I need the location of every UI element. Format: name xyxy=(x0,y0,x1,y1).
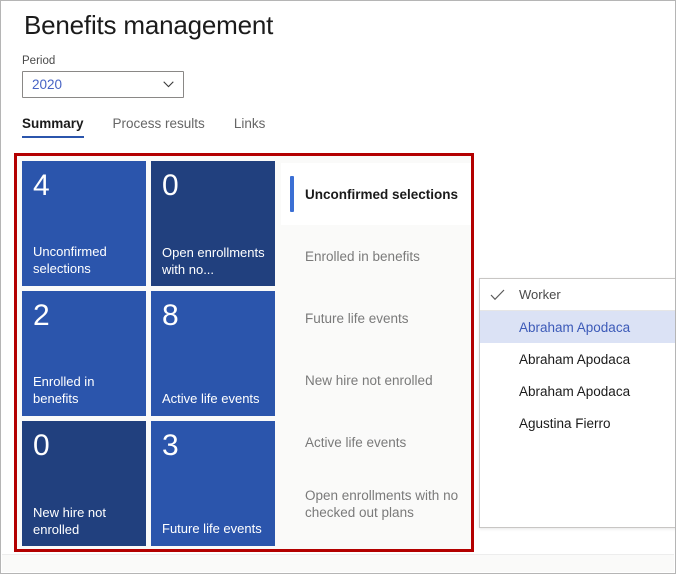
tile-value: 0 xyxy=(33,429,135,463)
nav-item-label: Unconfirmed selections xyxy=(305,186,458,203)
worker-row[interactable]: Agustina Fierro xyxy=(480,407,676,439)
tile-active-life-events[interactable]: 8 Active life events xyxy=(151,291,275,416)
summary-nav-list: Unconfirmed selections Enrolled in benef… xyxy=(281,156,471,549)
worker-row[interactable]: Abraham Apodaca xyxy=(480,311,676,343)
tab-summary[interactable]: Summary xyxy=(22,116,84,138)
tab-process-results[interactable]: Process results xyxy=(113,116,205,138)
worker-column-header[interactable]: Worker xyxy=(480,279,676,311)
tile-open-enrollments-no-checked-out-plans[interactable]: 0 Open enrollments with no... xyxy=(151,161,275,286)
summary-panel: 4 Unconfirmed selections 0 Open enrollme… xyxy=(17,156,471,549)
tile-unconfirmed-selections[interactable]: 4 Unconfirmed selections xyxy=(22,161,146,286)
tile-value: 3 xyxy=(162,429,264,463)
nav-item-label: Enrolled in benefits xyxy=(305,248,420,265)
nav-item-new-hire-not-enrolled[interactable]: New hire not enrolled xyxy=(281,349,471,411)
nav-item-label: Open enrollments with no checked out pla… xyxy=(305,487,471,521)
tile-value: 2 xyxy=(33,299,135,333)
tile-label: New hire not enrolled xyxy=(33,505,138,538)
worker-name: Abraham Apodaca xyxy=(519,352,630,367)
worker-column-header-label: Worker xyxy=(519,287,561,302)
bottom-strip xyxy=(2,554,674,572)
benefits-management-window: Benefits management Period 2020 Summary … xyxy=(0,0,676,574)
nav-item-open-enrollments-no-checked-out-plans[interactable]: Open enrollments with no checked out pla… xyxy=(281,473,471,535)
tile-value: 4 xyxy=(33,169,135,203)
worker-name: Agustina Fierro xyxy=(519,416,611,431)
chevron-down-icon xyxy=(163,81,174,88)
tile-future-life-events[interactable]: 3 Future life events xyxy=(151,421,275,546)
nav-item-future-life-events[interactable]: Future life events xyxy=(281,287,471,349)
worker-name: Abraham Apodaca xyxy=(519,320,630,335)
worker-row[interactable]: Abraham Apodaca xyxy=(480,375,676,407)
nav-item-label: Active life events xyxy=(305,434,406,451)
tile-value: 8 xyxy=(162,299,264,333)
tile-label: Open enrollments with no... xyxy=(162,245,267,278)
nav-item-active-life-events[interactable]: Active life events xyxy=(281,411,471,473)
tile-label: Enrolled in benefits xyxy=(33,374,138,407)
tab-links[interactable]: Links xyxy=(234,116,266,138)
tile-label: Future life events xyxy=(162,521,267,538)
period-label: Period xyxy=(22,55,184,67)
tile-enrolled-in-benefits[interactable]: 2 Enrolled in benefits xyxy=(22,291,146,416)
worker-name: Abraham Apodaca xyxy=(519,384,630,399)
tile-label: Active life events xyxy=(162,391,267,408)
period-select[interactable]: 2020 xyxy=(22,71,184,98)
selection-accent-bar xyxy=(290,176,294,212)
nav-item-enrolled-in-benefits[interactable]: Enrolled in benefits xyxy=(281,225,471,287)
tabstrip: Summary Process results Links xyxy=(22,116,294,138)
tile-new-hire-not-enrolled[interactable]: 0 New hire not enrolled xyxy=(22,421,146,546)
period-filter-group: Period 2020 xyxy=(22,55,184,98)
nav-item-unconfirmed-selections[interactable]: Unconfirmed selections xyxy=(281,163,471,225)
worker-lookup-panel: Worker Abraham Apodaca Abraham Apodaca A… xyxy=(479,278,676,528)
period-selected-value: 2020 xyxy=(32,77,62,92)
page-title: Benefits management xyxy=(24,10,273,41)
tile-label: Unconfirmed selections xyxy=(33,244,138,277)
tile-value: 0 xyxy=(162,169,264,203)
checkmark-icon xyxy=(490,289,505,301)
nav-item-label: New hire not enrolled xyxy=(305,372,433,389)
tile-grid: 4 Unconfirmed selections 0 Open enrollme… xyxy=(17,156,281,549)
nav-item-label: Future life events xyxy=(305,310,409,327)
worker-row[interactable]: Abraham Apodaca xyxy=(480,343,676,375)
